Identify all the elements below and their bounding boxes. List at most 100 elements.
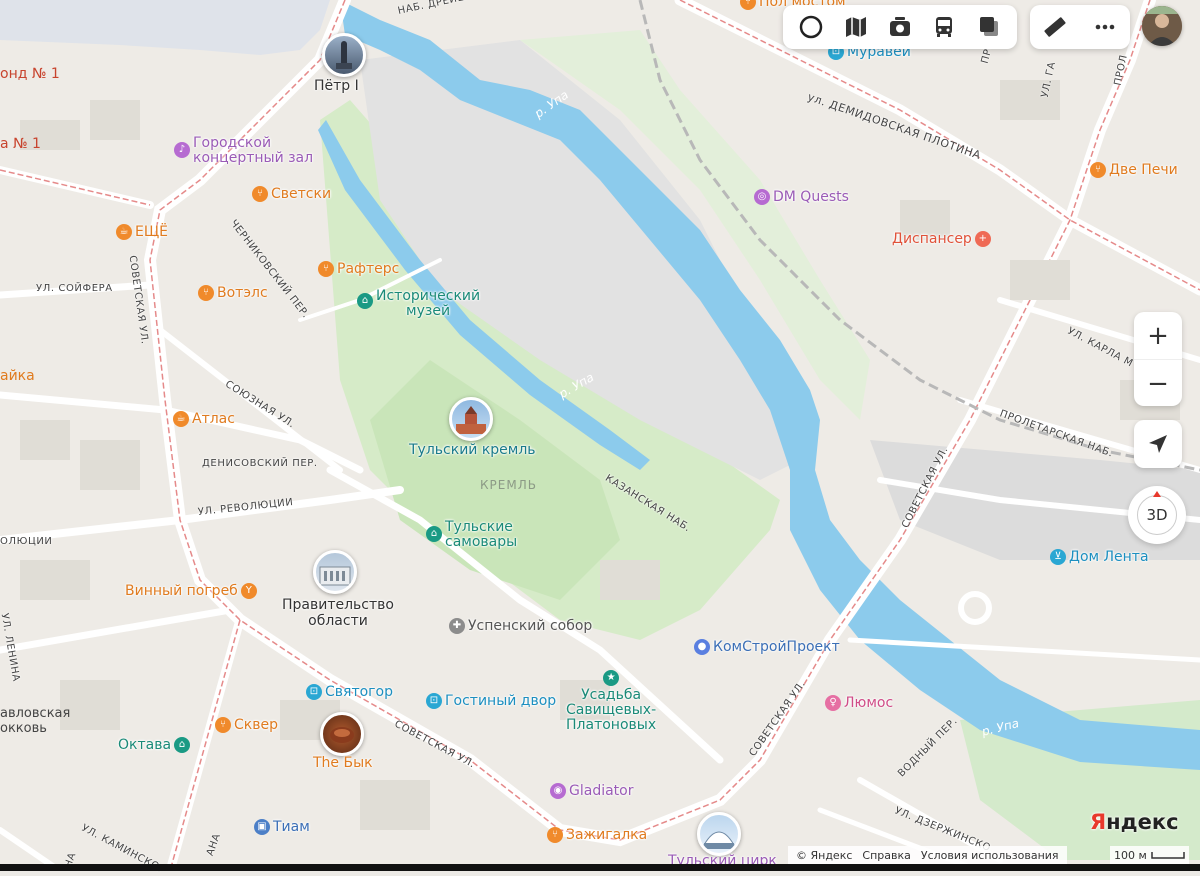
map-tools	[1030, 5, 1130, 49]
poi-history-museum[interactable]: ⌂ Исторический музей	[357, 289, 480, 319]
poi-label: Gladiator	[569, 783, 634, 799]
area-label: айка	[0, 368, 35, 384]
area-label: авловская окковь	[0, 706, 71, 736]
statue-icon	[336, 41, 352, 69]
scale-label: 100 м	[1114, 848, 1147, 862]
poi-svyatogor[interactable]: ⊡ Святогор	[306, 684, 393, 700]
pin-government-photo[interactable]	[313, 550, 357, 594]
poi-votels[interactable]: ⑂ Вотэлс	[198, 285, 268, 301]
pages-icon	[979, 17, 998, 36]
terms-link[interactable]: Условия использования	[921, 849, 1059, 862]
cart-icon: ⊻	[1050, 549, 1066, 565]
pin-peter-photo[interactable]	[322, 33, 366, 77]
help-link[interactable]: Справка	[862, 849, 910, 862]
ruler-button[interactable]	[1038, 10, 1072, 44]
poi-svetski[interactable]: ⑂ Светски	[252, 186, 331, 202]
pin-peter-label[interactable]: Пётр I	[314, 78, 359, 94]
locate-button[interactable]	[1134, 420, 1182, 468]
poi-wine-cellar[interactable]: Y Винный погреб	[125, 583, 257, 599]
pin-kremlin-label[interactable]: Тульский кремль	[409, 442, 536, 458]
poi-skver[interactable]: ⑂ Сквер	[215, 717, 278, 733]
poi-label: Тиам	[273, 819, 310, 835]
poi-concert-hall[interactable]: ♪ Городской концертный зал	[174, 136, 313, 166]
poi-label: Святогор	[325, 684, 393, 700]
steak-icon	[330, 727, 354, 743]
map-mode-icon	[845, 17, 866, 37]
fork-icon: ⑂	[198, 285, 214, 301]
bottom-edge	[0, 864, 1200, 871]
3d-button[interactable]: 3D	[1128, 486, 1186, 544]
gym-icon: ◉	[550, 783, 566, 799]
building-icon	[319, 566, 351, 586]
pin-kremlin-photo[interactable]	[449, 397, 493, 441]
layers-button[interactable]	[794, 10, 828, 44]
poi-rafters[interactable]: ⑂ Рафтерс	[318, 261, 399, 277]
poi-zazhigalka[interactable]: ⑂ Зажигалка	[547, 827, 647, 843]
bar-icon: Y	[240, 583, 257, 599]
fork-icon: ⑂	[740, 0, 756, 10]
panorama-button[interactable]	[883, 10, 917, 44]
user-avatar[interactable]	[1142, 6, 1182, 46]
poi-label: Сквер	[234, 717, 278, 733]
poi-label: Две Печи	[1109, 162, 1178, 178]
poi-label: Рафтерс	[337, 261, 400, 277]
poi-eshe[interactable]: ☕ ЕЩЁ	[116, 224, 168, 240]
map-mode-button[interactable]	[839, 10, 873, 44]
poi-samovars[interactable]: ⌂ Тульские самовары	[426, 520, 517, 550]
poi-label: Светски	[271, 186, 332, 202]
poi-gladiator[interactable]: ◉ Gladiator	[550, 783, 633, 799]
circus-icon	[703, 831, 735, 849]
map-scale: 100 м	[1110, 846, 1189, 864]
pages-button[interactable]	[972, 10, 1006, 44]
poi-savishchev-estate[interactable]: ★ Усадьба Савищевых- Платоновых	[566, 670, 656, 733]
poi-dispanser[interactable]: + Диспансер	[892, 231, 991, 247]
poi-label: Зажигалка	[566, 827, 648, 843]
music-icon: ♪	[174, 142, 190, 158]
poi-gostiny-dvor[interactable]: ⊡ Гостиный двор	[426, 693, 556, 709]
poi-oktava[interactable]: ⌂ Октава	[118, 737, 191, 753]
landmark-icon: ★	[603, 670, 620, 686]
panorama-icon	[889, 17, 910, 36]
poi-dom-lenta[interactable]: ⊻ Дом Лента	[1050, 549, 1149, 565]
poi-label: Октава	[118, 737, 172, 753]
copyright-text: © Яндекс	[796, 848, 853, 862]
pin-circus-photo[interactable]	[697, 812, 741, 856]
zoom-out-button[interactable]: −	[1134, 360, 1182, 407]
museum-icon: ⌂	[174, 737, 191, 753]
poi-label: Атлас	[192, 411, 235, 427]
pin-bull-label[interactable]: The Бык	[313, 755, 373, 771]
layers-icon	[799, 15, 823, 39]
poi-dve-pechi[interactable]: ⑂ Две Печи	[1090, 162, 1178, 178]
tower-icon	[456, 406, 486, 434]
area-label: онд № 1	[0, 66, 60, 82]
quest-icon: ◎	[754, 189, 770, 205]
zoom-in-button[interactable]: +	[1134, 312, 1182, 360]
map-footer: © Яндекс Справка Условия использования	[788, 846, 1067, 864]
shop-icon: ⊡	[426, 693, 442, 709]
poi-label: Дом Лента	[1069, 549, 1149, 565]
street-label: ОЛЮЦИИ	[0, 536, 53, 547]
poi-tiam[interactable]: ▣ Тиам	[254, 819, 310, 835]
fork-icon: ⑂	[318, 261, 334, 277]
cafe-icon: ☕	[116, 224, 132, 240]
poi-atlas[interactable]: ☕ Атлас	[173, 411, 235, 427]
street-label: УЛ. СОЙФЕРА	[36, 283, 113, 294]
poi-assumption-cathedral[interactable]: ✚ Успенский собор	[449, 618, 592, 634]
poi-lumos[interactable]: ♀ Люмос	[825, 695, 893, 711]
poi-komstroyproekt[interactable]: ● КомСтройПроект	[694, 639, 840, 655]
shop-icon: ⊡	[306, 684, 322, 700]
logo-rest: ндекс	[1106, 810, 1179, 834]
museum-icon: ⌂	[357, 293, 373, 309]
avatar-icon	[1142, 6, 1182, 46]
transport-button[interactable]	[927, 10, 961, 44]
museum-icon: ⌂	[426, 526, 442, 542]
poi-label: КомСтройПроект	[713, 639, 840, 655]
logo-first-letter: Я	[1090, 810, 1107, 834]
poi-dm-quests[interactable]: ◎ DM Quests	[754, 189, 849, 205]
more-button[interactable]	[1088, 10, 1122, 44]
location-arrow-icon	[1149, 435, 1167, 453]
poi-label: Гостиный двор	[445, 693, 557, 709]
ruler-icon	[1044, 17, 1066, 37]
pin-bull-photo[interactable]	[320, 712, 364, 756]
pin-government-label[interactable]: Правительство области	[282, 597, 394, 629]
